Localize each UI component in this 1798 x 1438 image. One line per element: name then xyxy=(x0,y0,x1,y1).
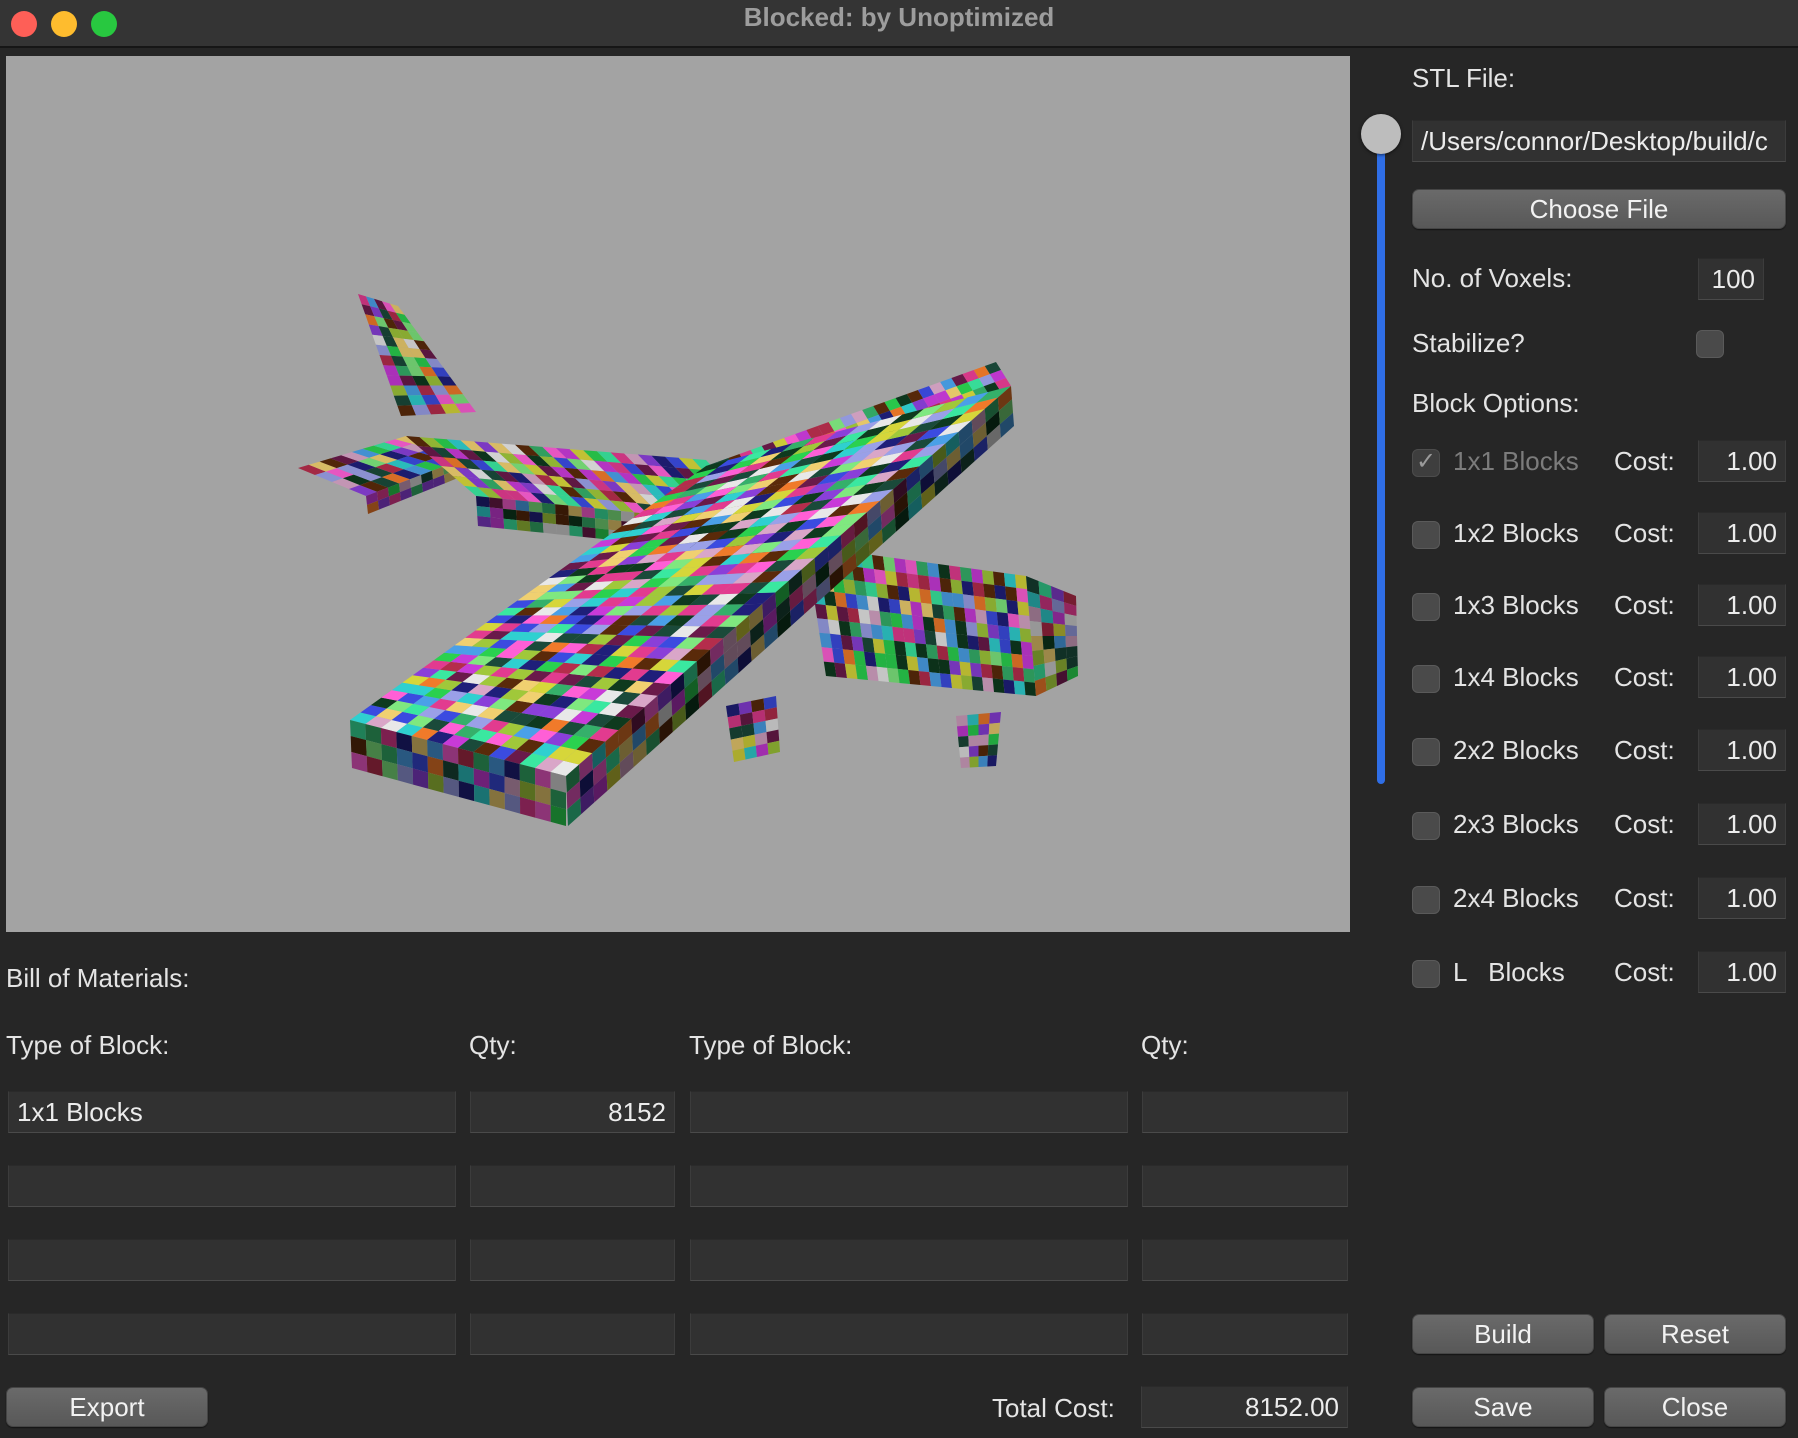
bom-type-field xyxy=(690,1091,1128,1133)
stabilize-label: Stabilize? xyxy=(1412,328,1525,358)
block-option-checkbox[interactable] xyxy=(1412,960,1440,988)
block-options-label: Block Options: xyxy=(1412,388,1580,418)
block-option-checkbox[interactable] xyxy=(1412,665,1440,693)
block-cost-label: Cost: xyxy=(1614,518,1675,548)
slider-knob[interactable] xyxy=(1361,114,1401,154)
block-cost-input[interactable]: 1.00 xyxy=(1698,512,1786,554)
block-cost-input[interactable]: 1.00 xyxy=(1698,951,1786,993)
block-option-label: 2x4 Blocks xyxy=(1453,883,1579,913)
block-cost-input[interactable]: 1.00 xyxy=(1698,729,1786,771)
bom-qty-field xyxy=(470,1165,675,1207)
voxels-input[interactable]: 100 xyxy=(1698,258,1764,300)
block-cost-label: Cost: xyxy=(1614,809,1675,839)
save-button[interactable]: Save xyxy=(1412,1387,1594,1427)
bom-type-field: 1x1 Blocks xyxy=(8,1091,456,1133)
model-viewport[interactable] xyxy=(6,56,1350,932)
window-title: Blocked: by Unoptimized xyxy=(743,2,1055,32)
slider-track[interactable] xyxy=(1377,150,1385,784)
bom-type-field xyxy=(690,1313,1128,1355)
block-option-checkbox[interactable] xyxy=(1412,593,1440,621)
checkmark-icon: ✓ xyxy=(1416,448,1437,475)
stabilize-checkbox[interactable] xyxy=(1696,330,1724,358)
voxel-airplane-model xyxy=(298,294,1078,826)
block-cost-label: Cost: xyxy=(1614,662,1675,692)
bom-qty-field: 8152 xyxy=(470,1091,675,1133)
block-option-checkbox[interactable] xyxy=(1412,521,1440,549)
bom-qty-field xyxy=(470,1313,675,1355)
bom-type-field xyxy=(8,1165,456,1207)
bom-qty-field xyxy=(1142,1239,1348,1281)
bom-qty-header-1: Qty: xyxy=(469,1030,517,1060)
title-bar: Blocked: by Unoptimized xyxy=(0,0,1798,48)
bom-qty-field xyxy=(1142,1091,1348,1133)
block-cost-label: Cost: xyxy=(1614,446,1675,476)
bom-qty-field xyxy=(1142,1165,1348,1207)
block-cost-input[interactable]: 1.00 xyxy=(1698,440,1786,482)
total-cost-field: 8152.00 xyxy=(1141,1386,1348,1428)
block-option-checkbox[interactable] xyxy=(1412,886,1440,914)
bom-type-field xyxy=(8,1239,456,1281)
bom-type-field xyxy=(690,1239,1128,1281)
bom-qty-field xyxy=(470,1239,675,1281)
bom-label: Bill of Materials: xyxy=(6,963,190,993)
block-cost-label: Cost: xyxy=(1614,735,1675,765)
block-option-label: 2x3 Blocks xyxy=(1453,809,1579,839)
block-cost-label: Cost: xyxy=(1614,957,1675,987)
block-option-checkbox[interactable] xyxy=(1412,812,1440,840)
stl-file-label: STL File: xyxy=(1412,63,1516,93)
choose-file-button[interactable]: Choose File xyxy=(1412,189,1786,229)
block-option-label: 1x4 Blocks xyxy=(1453,662,1579,692)
bom-qty-field xyxy=(1142,1313,1348,1355)
bom-type-header-1: Type of Block: xyxy=(6,1030,170,1060)
block-cost-label: Cost: xyxy=(1614,590,1675,620)
build-button[interactable]: Build xyxy=(1412,1314,1594,1354)
block-cost-label: Cost: xyxy=(1614,883,1675,913)
block-option-label: 1x2 Blocks xyxy=(1453,518,1579,548)
block-cost-input[interactable]: 1.00 xyxy=(1698,803,1786,845)
total-cost-label: Total Cost: xyxy=(992,1393,1115,1423)
reset-button[interactable]: Reset xyxy=(1604,1314,1786,1354)
block-option-label: 1x3 Blocks xyxy=(1453,590,1579,620)
block-option-label: 1x1 Blocks xyxy=(1453,446,1579,476)
bom-type-header-2: Type of Block: xyxy=(689,1030,853,1060)
block-cost-input[interactable]: 1.00 xyxy=(1698,656,1786,698)
block-cost-input[interactable]: 1.00 xyxy=(1698,877,1786,919)
block-option-checkbox[interactable] xyxy=(1412,738,1440,766)
stl-path-field[interactable]: /Users/connor/Desktop/build/c xyxy=(1412,120,1786,162)
voxels-label: No. of Voxels: xyxy=(1412,263,1573,293)
block-option-checkbox: ✓ xyxy=(1412,448,1440,477)
block-cost-input[interactable]: 1.00 xyxy=(1698,584,1786,626)
bom-qty-header-2: Qty: xyxy=(1141,1030,1189,1060)
close-button[interactable]: Close xyxy=(1604,1387,1786,1427)
bom-type-field xyxy=(690,1165,1128,1207)
export-button[interactable]: Export xyxy=(6,1387,208,1427)
block-option-label: 2x2 Blocks xyxy=(1453,735,1579,765)
bom-type-field xyxy=(8,1313,456,1355)
block-option-label: L Blocks xyxy=(1453,957,1565,987)
